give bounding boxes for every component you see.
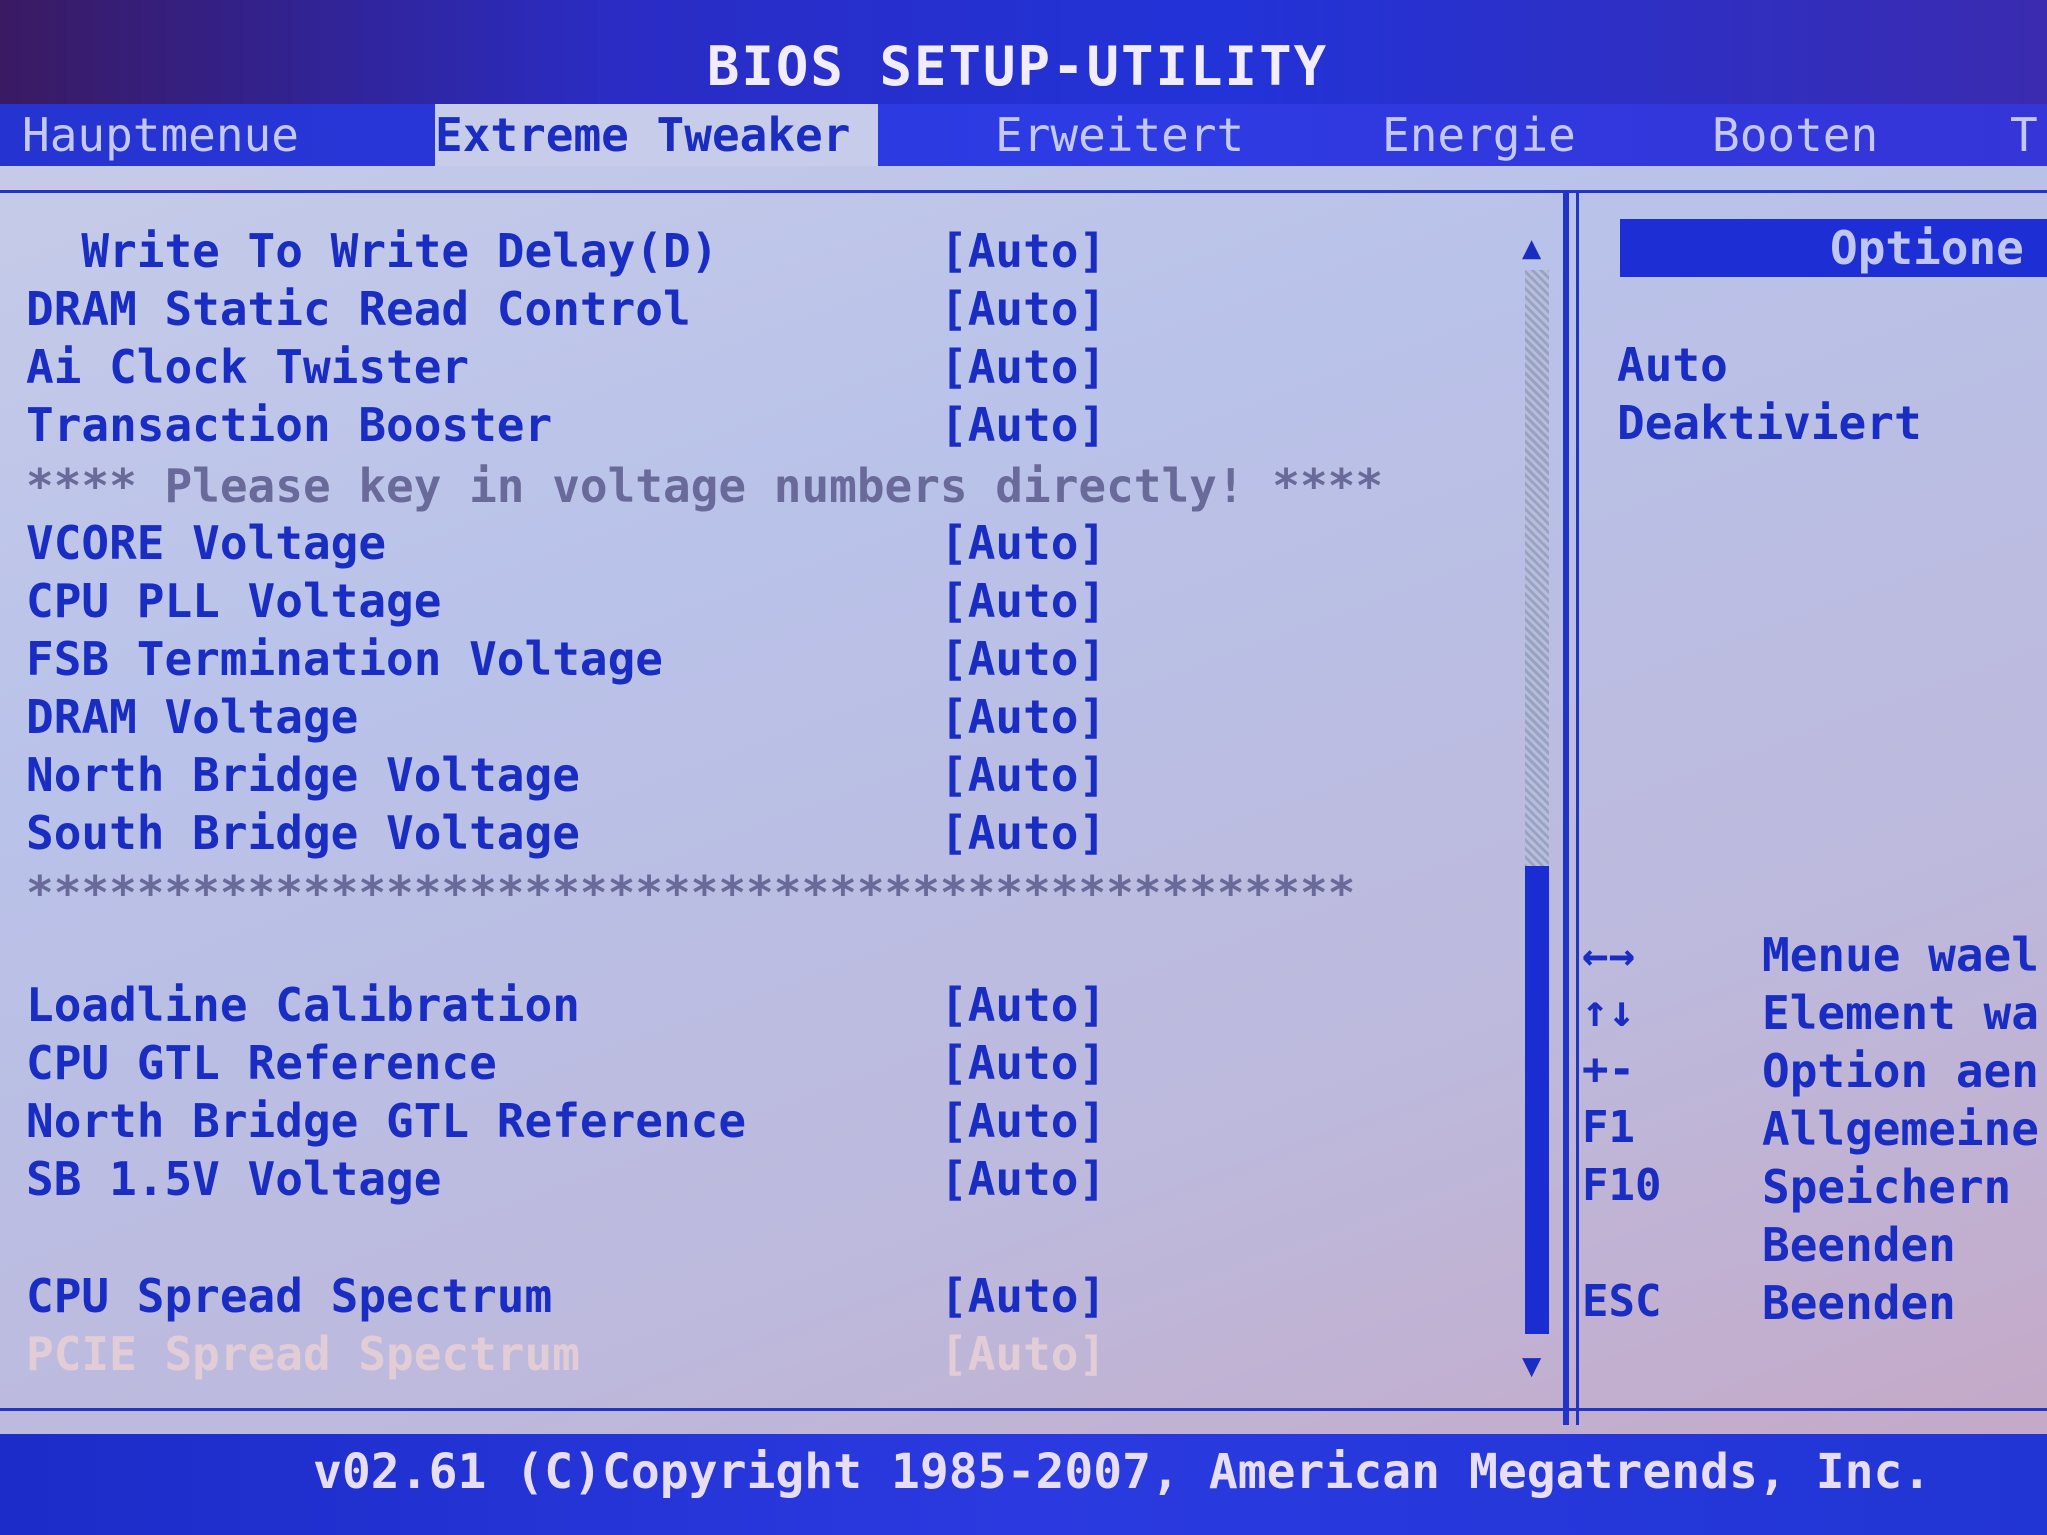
setting-label[interactable]: Write To Write Delay(D) [26, 223, 718, 279]
setting-label[interactable]: DRAM Static Read Control [26, 281, 691, 337]
setting-value[interactable]: [Auto] [940, 689, 1106, 745]
voltage-note: **** Please key in voltage numbers direc… [26, 459, 1384, 513]
menu-bar: Hauptmenue Extreme Tweaker Erweitert Ene… [0, 104, 2047, 166]
setting-label[interactable]: SB 1.5V Voltage [26, 1151, 441, 1207]
scroll-down-icon[interactable]: ▼ [1522, 1346, 1541, 1384]
help-desc: Beenden [1762, 1276, 1956, 1330]
help-key: +- [1582, 1044, 1635, 1095]
frame-top-border [0, 190, 2047, 193]
setting-value[interactable]: [Auto] [940, 281, 1106, 337]
tab-booten[interactable]: Booten [1712, 104, 1878, 166]
title-bar: BIOS SETUP-UTILITY [0, 0, 2047, 104]
setting-value[interactable]: [Auto] [940, 397, 1106, 453]
options-header: Optione [1620, 219, 2047, 277]
bios-screen: BIOS SETUP-UTILITY Hauptmenue Extreme Tw… [0, 0, 2047, 1535]
setting-label[interactable]: North Bridge Voltage [26, 747, 580, 803]
setting-label[interactable]: FSB Termination Voltage [26, 631, 663, 687]
setting-value[interactable]: [Auto] [940, 573, 1106, 629]
tab-energie[interactable]: Energie [1382, 104, 1576, 166]
setting-label[interactable]: South Bridge Voltage [26, 805, 580, 861]
help-desc: Element wa [1762, 986, 2039, 1040]
tab-truncated[interactable]: T [2010, 104, 2038, 166]
help-desc: Allgemeine [1762, 1102, 2039, 1156]
frame-bottom-border [0, 1408, 2047, 1411]
arrow-up-down-icon: ↑↓ [1582, 986, 1635, 1037]
frame-divider [1563, 190, 1569, 1425]
setting-label-selected[interactable]: PCIE Spread Spectrum [26, 1326, 580, 1382]
setting-label[interactable]: CPU PLL Voltage [26, 573, 441, 629]
setting-value[interactable]: [Auto] [940, 631, 1106, 687]
tab-hauptmenue[interactable]: Hauptmenue [22, 104, 299, 166]
help-key: ESC [1582, 1276, 1662, 1327]
help-desc: Option aen [1762, 1044, 2039, 1098]
setting-value[interactable]: [Auto] [940, 1268, 1106, 1324]
tab-erweitert[interactable]: Erweitert [995, 104, 1244, 166]
footer-bar: v02.61 (C)Copyright 1985-2007, American … [0, 1434, 2047, 1535]
frame-divider-inner [1576, 190, 1579, 1425]
help-desc: Speichern [1762, 1160, 2012, 1214]
copyright-text: v02.61 (C)Copyright 1985-2007, American … [313, 1444, 1932, 1500]
setting-value[interactable]: [Auto] [940, 977, 1106, 1033]
setting-value[interactable]: [Auto] [940, 747, 1106, 803]
setting-label[interactable]: DRAM Voltage [26, 689, 358, 745]
option-item[interactable]: Auto [1617, 338, 1728, 392]
option-item[interactable]: Deaktiviert [1617, 396, 1922, 450]
setting-label[interactable]: CPU GTL Reference [26, 1035, 497, 1091]
bios-title: BIOS SETUP-UTILITY [706, 35, 1329, 98]
setting-value[interactable]: [Auto] [940, 1093, 1106, 1149]
scroll-up-icon[interactable]: ▲ [1522, 228, 1541, 266]
help-desc: Menue wael [1762, 928, 2039, 982]
arrow-left-right-icon: ←→ [1582, 930, 1635, 981]
help-key: F1 [1582, 1102, 1635, 1153]
setting-value[interactable]: [Auto] [940, 1035, 1106, 1091]
setting-label[interactable]: North Bridge GTL Reference [26, 1093, 746, 1149]
setting-label[interactable]: Ai Clock Twister [26, 339, 469, 395]
setting-value[interactable]: [Auto] [940, 805, 1106, 861]
scrollbar-thumb[interactable] [1525, 866, 1549, 1334]
tab-extreme-tweaker[interactable]: Extreme Tweaker [435, 104, 878, 166]
setting-value[interactable]: [Auto] [940, 339, 1106, 395]
setting-value[interactable]: [Auto] [940, 1151, 1106, 1207]
setting-value[interactable]: [Auto] [940, 223, 1106, 279]
help-desc: Beenden [1762, 1218, 1956, 1272]
setting-label[interactable]: Transaction Booster [26, 397, 552, 453]
setting-label[interactable]: CPU Spread Spectrum [26, 1268, 552, 1324]
setting-label[interactable]: VCORE Voltage [26, 515, 386, 571]
setting-value-selected[interactable]: [Auto] [940, 1326, 1106, 1382]
setting-value[interactable]: [Auto] [940, 515, 1106, 571]
help-key: F10 [1582, 1160, 1662, 1211]
separator-stars: ****************************************… [26, 866, 1356, 920]
setting-label[interactable]: Loadline Calibration [26, 977, 580, 1033]
